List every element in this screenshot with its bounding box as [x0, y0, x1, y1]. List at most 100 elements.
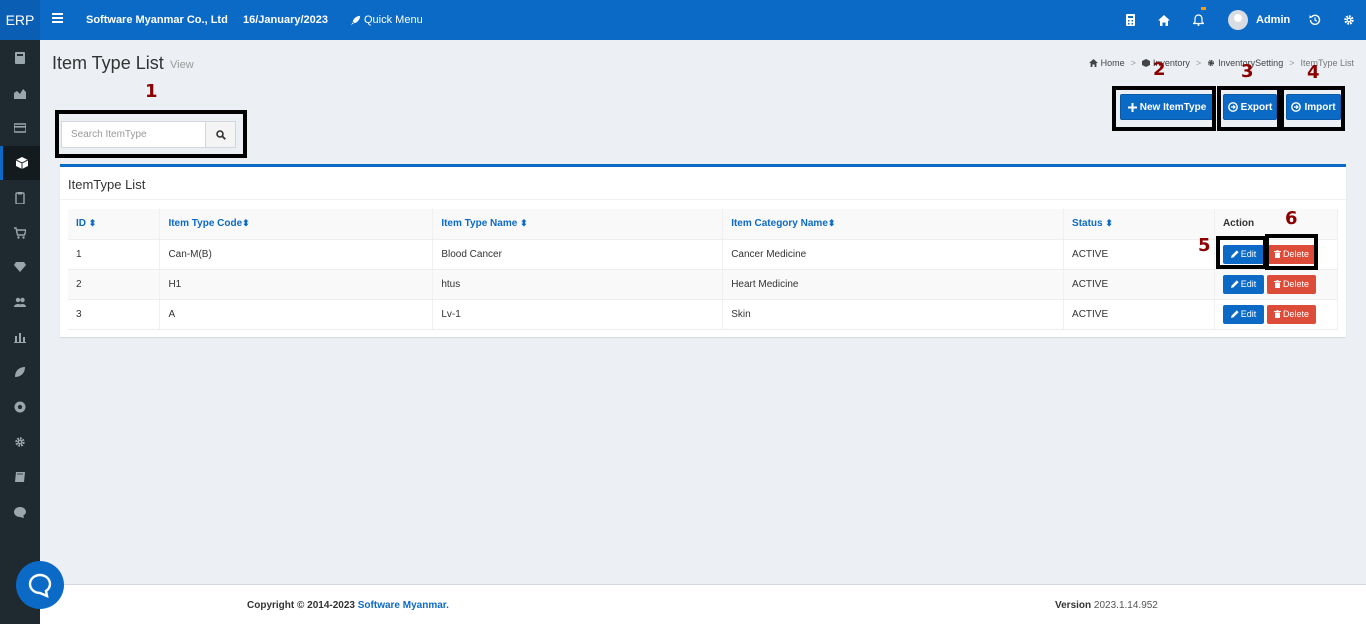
- settings-gear-icon[interactable]: [1342, 12, 1356, 28]
- trash-icon: [1273, 310, 1281, 318]
- table-row: 2 H1 htus Heart Medicine ACTIVE Edit Delete: [68, 269, 1339, 300]
- annotation-number-2: 2: [1153, 59, 1166, 80]
- leaf-icon: [15, 367, 25, 378]
- avatar[interactable]: [1228, 10, 1248, 30]
- cell-name: Blood Cancer: [432, 239, 724, 270]
- sidebar-item[interactable]: [0, 145, 40, 180]
- cell-category: Heart Medicine: [722, 269, 1065, 300]
- annotation-number-6: 6: [1285, 208, 1298, 229]
- sidebar-item[interactable]: [0, 495, 40, 529]
- delete-button[interactable]: Delete: [1266, 274, 1316, 294]
- sidebar-item[interactable]: [0, 181, 40, 215]
- annotation-box-3: [1217, 86, 1281, 131]
- sidebar-item[interactable]: [0, 355, 40, 389]
- user-name[interactable]: Admin: [1256, 14, 1290, 26]
- sidebar-item[interactable]: [0, 285, 40, 319]
- cell-code: Can-M(B): [159, 239, 434, 270]
- sidebar-item[interactable]: [0, 390, 40, 424]
- cell-status: ACTIVE: [1063, 239, 1215, 270]
- credit-card-icon: [14, 123, 26, 133]
- home-top-icon[interactable]: [1157, 12, 1171, 28]
- quick-menu-label: Quick Menu: [364, 14, 423, 26]
- sidebar-item[interactable]: [0, 425, 40, 459]
- cell-name: htus: [432, 269, 724, 300]
- cell-id: 1: [68, 239, 161, 270]
- edit-button[interactable]: Edit: [1222, 304, 1264, 324]
- pencil-icon: [1230, 280, 1239, 288]
- annotation-number-1: 1: [145, 81, 158, 102]
- chart-area-icon: [14, 88, 26, 99]
- annotation-number-5: 5: [1198, 235, 1211, 256]
- sidebar-item[interactable]: [0, 216, 40, 250]
- sidebar-item[interactable]: [0, 111, 40, 145]
- rocket-icon: [350, 15, 361, 25]
- edit-button[interactable]: Edit: [1222, 274, 1264, 294]
- quick-menu-link[interactable]: Quick Menu: [350, 14, 423, 26]
- chat-widget-button[interactable]: [16, 561, 64, 609]
- comment-icon: [14, 506, 26, 518]
- column-header-name[interactable]: Item Type Name ⬍: [432, 209, 724, 240]
- soccer-ball-icon: [14, 401, 26, 413]
- cell-code: A: [159, 299, 434, 330]
- sidebar-item[interactable]: [0, 320, 40, 354]
- card-title: ItemType List: [68, 177, 146, 192]
- sidebar-item[interactable]: [0, 76, 40, 110]
- trash-icon: [1273, 280, 1281, 288]
- cell-action: Edit Delete: [1214, 299, 1339, 330]
- cell-category: Cancer Medicine: [722, 239, 1065, 270]
- column-header-status[interactable]: Status ⬍: [1063, 209, 1215, 240]
- sidebar-item[interactable]: [0, 460, 40, 494]
- bell-icon[interactable]: [1191, 7, 1206, 28]
- diamond-icon: [14, 262, 26, 273]
- cube-icon: [15, 156, 28, 169]
- column-header-id[interactable]: ID ⬍: [68, 209, 161, 240]
- footer: Copyright © 2014-2023 Software Myanmar. …: [40, 584, 1366, 624]
- pencil-icon: [1230, 310, 1239, 318]
- breadcrumb-inventory[interactable]: Inventory: [1141, 58, 1190, 68]
- calculator-icon: [15, 52, 25, 64]
- sort-icon: ⬍: [827, 218, 836, 229]
- itemtype-table: ID ⬍ Item Type Code⬍ Item Type Name ⬍ It…: [68, 209, 1339, 330]
- cell-id: 2: [68, 269, 161, 300]
- page-subtitle: View: [170, 59, 194, 71]
- clipboard-icon: [15, 191, 25, 204]
- copyright: Copyright © 2014-2023 Software Myanmar.: [247, 600, 449, 611]
- chat-icon: [28, 573, 52, 598]
- app-logo[interactable]: ERP: [0, 0, 40, 40]
- annotation-number-3: 3: [1241, 61, 1254, 82]
- version-info: Version 2023.1.14.952: [1055, 600, 1158, 611]
- annotation-box-4: [1280, 86, 1345, 131]
- annotation-number-4: 4: [1307, 62, 1320, 83]
- shopping-cart-icon: [14, 226, 26, 239]
- annotation-box-6: [1265, 234, 1318, 270]
- cell-status: ACTIVE: [1063, 299, 1215, 330]
- home-icon: [1088, 59, 1098, 67]
- sidebar-item[interactable]: [0, 41, 40, 75]
- column-header-code[interactable]: Item Type Code⬍: [159, 209, 434, 240]
- bar-chart-icon: [14, 333, 26, 344]
- table-header-row: ID ⬍ Item Type Code⬍ Item Type Name ⬍ It…: [68, 209, 1339, 240]
- calculator-top-icon[interactable]: [1123, 12, 1137, 28]
- sort-icon: ⬍: [88, 218, 97, 229]
- breadcrumb-home[interactable]: Home: [1088, 58, 1125, 68]
- cell-category: Skin: [722, 299, 1065, 330]
- table-row: 1 Can-M(B) Blood Cancer Cancer Medicine ACTI…: [68, 239, 1339, 270]
- current-date: 16/January/2023: [243, 14, 329, 26]
- delete-button[interactable]: Delete: [1266, 304, 1316, 324]
- itemtype-card: ItemType List ID ⬍ Item Type Code⬍ Item …: [60, 164, 1346, 337]
- cube-icon: [1141, 59, 1150, 67]
- cell-action: Edit Delete: [1214, 269, 1339, 300]
- cell-code: H1: [159, 269, 434, 300]
- sidebar-item[interactable]: [0, 250, 40, 284]
- table-row: 3 A Lv-1 Skin ACTIVE Edit Delete: [68, 299, 1339, 330]
- sort-icon: ⬍: [242, 218, 250, 229]
- sidebar: [0, 40, 40, 624]
- company-name: Software Myanmar Co., Ltd: [86, 14, 228, 26]
- company-link[interactable]: Software Myanmar.: [358, 600, 449, 611]
- history-icon[interactable]: [1308, 12, 1322, 28]
- column-header-category[interactable]: Item Category Name⬍: [722, 209, 1065, 240]
- menu-toggle-icon[interactable]: [52, 13, 63, 23]
- users-icon: [14, 298, 26, 308]
- gear-icon: [1208, 59, 1215, 67]
- cell-id: 3: [68, 299, 161, 330]
